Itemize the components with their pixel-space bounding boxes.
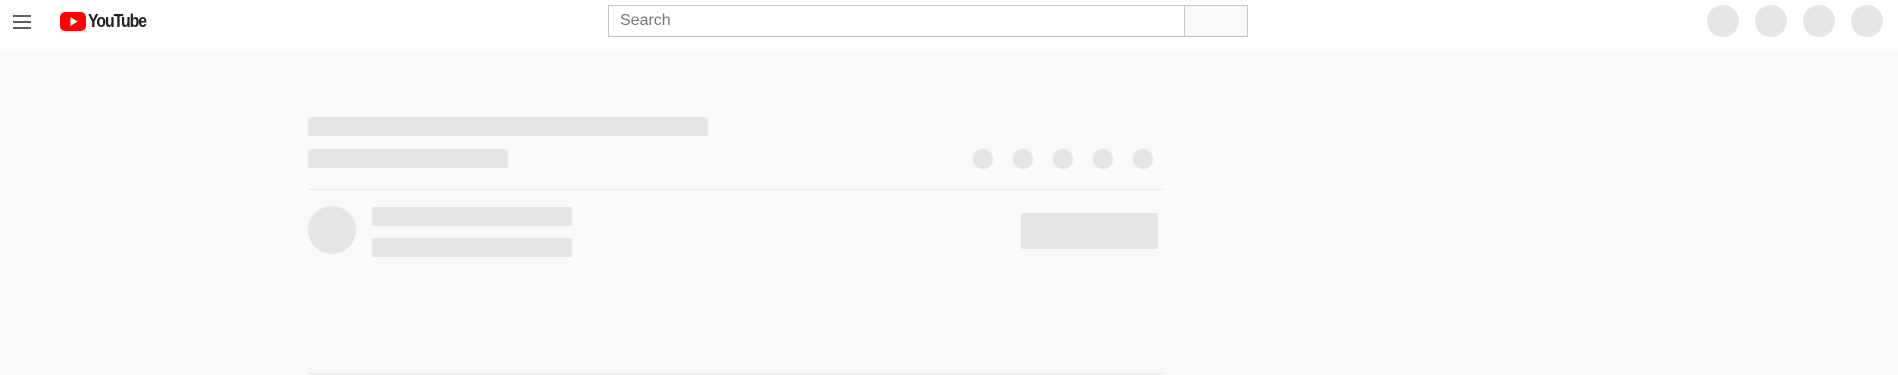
search-box	[608, 5, 1184, 37]
menu-line	[13, 21, 31, 23]
subscriber-count-placeholder	[372, 238, 572, 257]
view-count-placeholder	[308, 149, 508, 168]
youtube-play-logo-icon	[60, 11, 86, 31]
save-button-placeholder	[1093, 149, 1113, 169]
hamburger-menu-icon[interactable]	[13, 14, 33, 30]
menu-line	[13, 27, 31, 29]
search-button[interactable]	[1184, 5, 1248, 37]
dislike-button-placeholder	[1013, 149, 1033, 169]
header-action-placeholder-3[interactable]	[1803, 5, 1835, 37]
title-placeholder	[308, 117, 708, 136]
menu-line	[13, 15, 31, 17]
masthead: YouTube	[0, 0, 1898, 49]
channel-name-placeholder	[372, 207, 572, 226]
logo-text: YouTube	[88, 10, 147, 31]
youtube-logo[interactable]: YouTube	[60, 10, 154, 32]
avatar-placeholder[interactable]	[1851, 5, 1883, 37]
divider	[308, 189, 1163, 190]
header-action-placeholder-2[interactable]	[1755, 5, 1787, 37]
more-button-placeholder	[1133, 149, 1153, 169]
channel-avatar-placeholder	[308, 206, 356, 254]
subscribe-button-placeholder	[1021, 213, 1158, 249]
share-button-placeholder	[1053, 149, 1073, 169]
header-action-placeholder-1[interactable]	[1707, 5, 1739, 37]
divider	[308, 373, 1163, 374]
like-button-placeholder	[973, 149, 993, 169]
search-input[interactable]	[609, 6, 1184, 36]
